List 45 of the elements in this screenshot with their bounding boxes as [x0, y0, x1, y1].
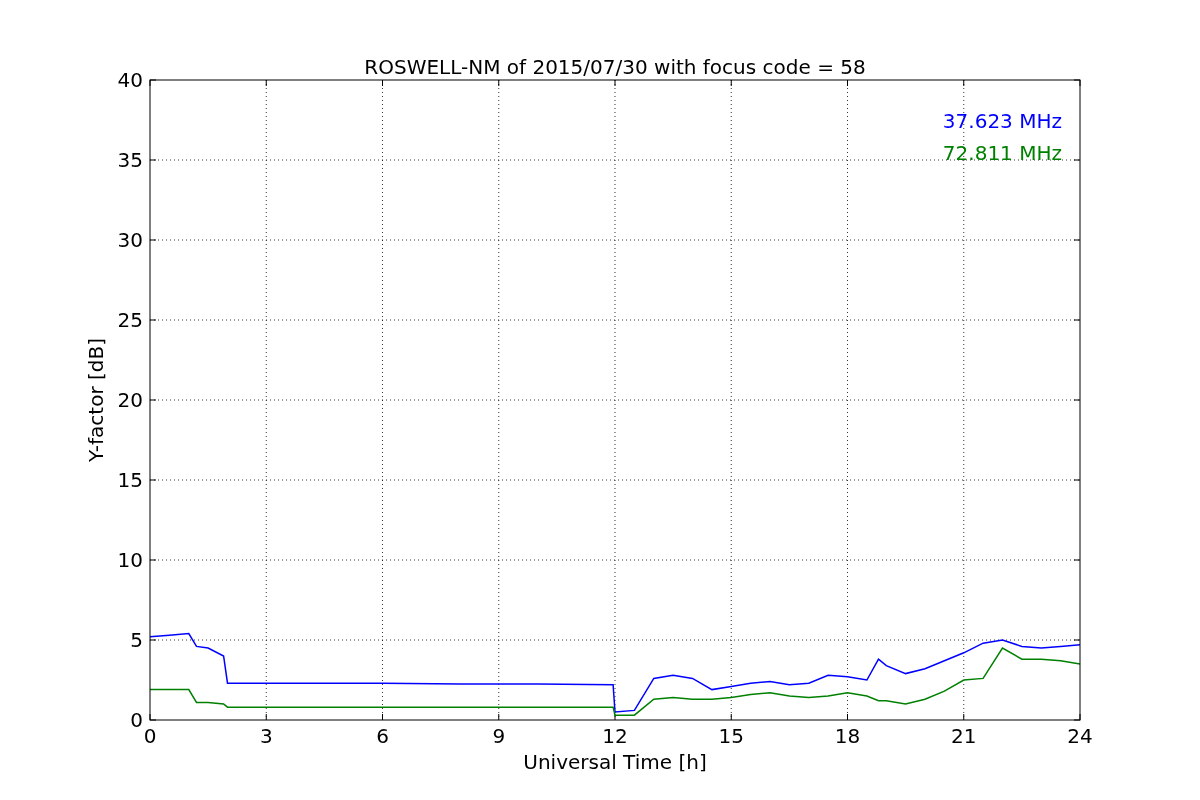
x-tick-mark — [498, 79, 500, 87]
y-tick-mark — [1073, 159, 1081, 161]
y-tick-label: 10 — [117, 548, 143, 572]
y-tick-mark — [1073, 239, 1081, 241]
y-tick-mark — [1073, 559, 1081, 561]
y-tick-label: 20 — [117, 388, 143, 412]
x-tick-label: 9 — [492, 724, 506, 748]
x-tick-mark — [614, 713, 616, 721]
y-tick-mark — [149, 159, 157, 161]
y-axis-label: Y-factor [dB] — [84, 338, 108, 462]
x-tick-label: 6 — [376, 724, 389, 748]
y-tick-mark — [149, 239, 157, 241]
y-tick-mark — [149, 319, 157, 321]
y-tick-label: 30 — [117, 228, 143, 252]
x-tick-label: 3 — [259, 724, 273, 748]
y-tick-label: 5 — [130, 628, 143, 652]
y-tick-mark — [1073, 319, 1081, 321]
y-tick-mark — [149, 559, 157, 561]
y-tick-label: 0 — [130, 708, 143, 732]
y-tick-mark — [1073, 479, 1081, 481]
y-tick-mark — [1073, 399, 1081, 401]
y-tick-mark — [149, 479, 157, 481]
y-tick-mark — [1073, 639, 1081, 641]
x-tick-mark — [963, 79, 965, 87]
y-tick-label: 35 — [117, 148, 143, 172]
y-tick-label: 40 — [117, 68, 143, 92]
legend-label: 72.811 MHz — [942, 141, 1062, 165]
y-tick-mark — [149, 639, 157, 641]
x-tick-label: 12 — [602, 724, 628, 748]
x-tick-mark — [382, 79, 383, 87]
y-tick-label: 25 — [117, 308, 143, 332]
x-tick-label: 18 — [834, 724, 861, 748]
x-tick-mark — [614, 79, 616, 87]
legend-label: 37.623 MHz — [942, 109, 1062, 133]
x-tick-label: 15 — [718, 724, 744, 748]
x-tick-mark — [847, 79, 848, 87]
x-tick-label: 21 — [951, 724, 977, 748]
x-tick-mark — [265, 79, 267, 87]
y-tick-label: 15 — [117, 468, 143, 492]
x-tick-label: 0 — [143, 724, 157, 748]
y-tick-mark — [149, 399, 157, 401]
chart-title: ROSWELL-NM of 2015/07/30 with focus code = 58 — [364, 55, 866, 79]
x-axis-label: Universal Time [h] — [523, 750, 707, 774]
x-tick-label: 24 — [1067, 724, 1093, 748]
x-tick-mark — [730, 79, 732, 87]
